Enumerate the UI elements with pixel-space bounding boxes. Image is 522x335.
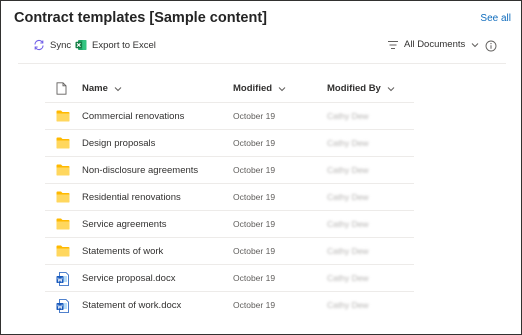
item-modified: October 19 <box>233 273 276 283</box>
folder-icon <box>56 110 70 122</box>
item-name[interactable]: Commercial renovations <box>82 111 184 122</box>
item-name[interactable]: Non-disclosure agreements <box>82 165 198 176</box>
list-item[interactable]: Residential renovations October 19 Cathy… <box>45 183 414 210</box>
item-modified-by: Cathy Dew <box>327 246 369 256</box>
item-name[interactable]: Residential renovations <box>82 192 181 203</box>
list-item[interactable]: Statement of work.docx October 19 Cathy … <box>45 291 414 318</box>
file-type-icon[interactable] <box>56 82 67 95</box>
item-modified-by: Cathy Dew <box>327 273 369 283</box>
export-to-excel-button[interactable]: Export to Excel <box>75 39 156 51</box>
item-modified-by: Cathy Dew <box>327 138 369 148</box>
export-label: Export to Excel <box>92 39 156 51</box>
sync-button[interactable]: Sync <box>33 39 71 51</box>
item-modified: October 19 <box>233 246 276 256</box>
folder-icon <box>56 164 70 176</box>
item-name[interactable]: Service proposal.docx <box>82 273 175 284</box>
column-header-modified-by-label: Modified By <box>327 83 381 94</box>
excel-icon <box>75 40 87 50</box>
item-modified: October 19 <box>233 138 276 148</box>
folder-icon <box>56 191 70 203</box>
item-modified: October 19 <box>233 192 276 202</box>
item-modified: October 19 <box>233 300 276 310</box>
see-all-link[interactable]: See all <box>480 13 511 24</box>
column-header-name-label: Name <box>82 83 108 94</box>
word-doc-icon <box>56 299 69 313</box>
chevron-down-icon <box>471 42 479 47</box>
sync-icon <box>34 39 44 51</box>
folder-icon <box>56 218 70 230</box>
list-item[interactable]: Design proposals October 19 Cathy Dew <box>45 129 414 156</box>
item-modified-by: Cathy Dew <box>327 111 369 121</box>
view-label: All Documents <box>404 39 466 50</box>
column-header-modified[interactable]: Modified <box>233 83 286 94</box>
view-switcher[interactable]: All Documents <box>387 39 479 50</box>
folder-icon <box>56 137 70 149</box>
item-modified: October 19 <box>233 165 276 175</box>
item-name[interactable]: Design proposals <box>82 138 155 149</box>
sync-label: Sync <box>50 39 72 51</box>
column-header-modified-by[interactable]: Modified By <box>327 83 395 94</box>
chevron-down-icon <box>278 86 286 91</box>
word-doc-icon <box>56 272 69 286</box>
item-modified-by: Cathy Dew <box>327 300 369 310</box>
item-modified-by: Cathy Dew <box>327 219 369 229</box>
file-list: Commercial renovations October 19 Cathy … <box>45 102 414 318</box>
column-header-name[interactable]: Name <box>82 83 122 94</box>
webpart-title: Contract templates [Sample content] <box>14 10 267 26</box>
chevron-down-icon <box>387 86 395 91</box>
item-modified: October 19 <box>233 219 276 229</box>
item-name[interactable]: Statements of work <box>82 246 163 257</box>
item-modified: October 19 <box>233 111 276 121</box>
command-bar: Sync Export to Excel All Documents <box>1 36 522 58</box>
list-item[interactable]: Commercial renovations October 19 Cathy … <box>45 102 414 129</box>
item-name[interactable]: Service agreements <box>82 219 166 230</box>
chevron-down-icon <box>114 86 122 91</box>
column-header-modified-label: Modified <box>233 83 273 94</box>
list-item[interactable]: Statements of work October 19 Cathy Dew <box>45 237 414 264</box>
item-modified-by: Cathy Dew <box>327 192 369 202</box>
item-name[interactable]: Statement of work.docx <box>82 300 181 311</box>
list-item[interactable]: Non-disclosure agreements October 19 Cat… <box>45 156 414 183</box>
info-icon[interactable] <box>485 40 497 52</box>
column-header-row: Name Modified Modified By <box>45 77 414 101</box>
view-list-icon <box>388 40 398 49</box>
divider <box>18 63 506 64</box>
folder-icon <box>56 245 70 257</box>
item-modified-by: Cathy Dew <box>327 165 369 175</box>
document-library-webpart: Contract templates [Sample content] See … <box>0 0 522 335</box>
list-item[interactable]: Service agreements October 19 Cathy Dew <box>45 210 414 237</box>
list-item[interactable]: Service proposal.docx October 19 Cathy D… <box>45 264 414 291</box>
